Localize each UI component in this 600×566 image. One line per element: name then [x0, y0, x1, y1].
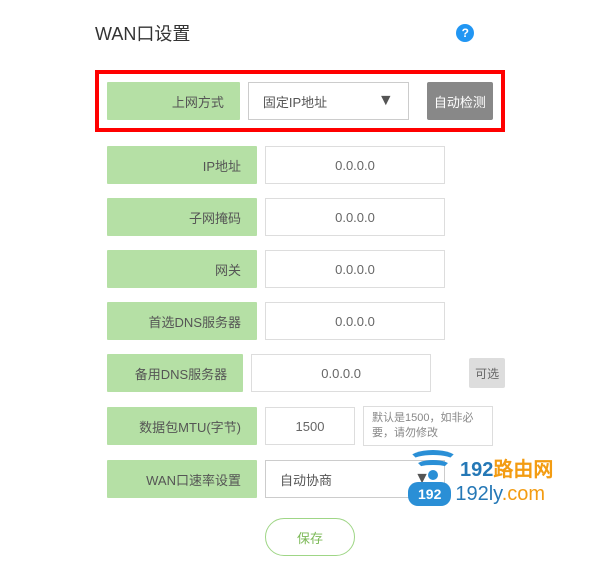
gateway-row: 网关 — [95, 250, 505, 288]
secondary-dns-row: 备用DNS服务器 可选 — [95, 354, 505, 392]
page-header: WAN口设置 ? — [95, 20, 600, 46]
save-button[interactable]: 保存 — [265, 518, 355, 556]
optional-badge: 可选 — [469, 358, 505, 388]
connection-type-label: 上网方式 — [107, 82, 240, 120]
primary-dns-row: 首选DNS服务器 — [95, 302, 505, 340]
connection-type-value: 固定IP地址 — [263, 92, 327, 111]
wan-speed-select[interactable]: 自动协商 ▼ — [265, 460, 445, 498]
primary-dns-input[interactable] — [265, 302, 445, 340]
secondary-dns-label: 备用DNS服务器 — [107, 354, 243, 392]
chevron-down-icon: ▼ — [414, 470, 430, 488]
ip-address-input[interactable] — [265, 146, 445, 184]
gateway-input[interactable] — [265, 250, 445, 288]
mtu-hint: 默认是1500，如非必要，请勿修改 — [363, 406, 493, 446]
connection-type-row: 上网方式 固定IP地址 ▼ 自动检测 — [95, 70, 505, 132]
auto-detect-button[interactable]: 自动检测 — [427, 82, 493, 120]
mtu-label: 数据包MTU(字节) — [107, 407, 257, 445]
mtu-input[interactable] — [265, 407, 355, 445]
subnet-mask-label: 子网掩码 — [107, 198, 257, 236]
mtu-row: 数据包MTU(字节) 默认是1500，如非必要，请勿修改 — [95, 406, 505, 446]
ip-address-row: IP地址 — [95, 146, 505, 184]
gateway-label: 网关 — [107, 250, 257, 288]
wan-speed-row: WAN口速率设置 自动协商 ▼ — [95, 460, 505, 498]
wan-speed-label: WAN口速率设置 — [107, 460, 257, 498]
wan-speed-value: 自动协商 — [280, 470, 332, 489]
subnet-mask-input[interactable] — [265, 198, 445, 236]
primary-dns-label: 首选DNS服务器 — [107, 302, 257, 340]
page-title: WAN口设置 — [95, 20, 190, 46]
subnet-mask-row: 子网掩码 — [95, 198, 505, 236]
help-icon[interactable]: ? — [456, 24, 474, 42]
connection-type-select[interactable]: 固定IP地址 ▼ — [248, 82, 409, 120]
secondary-dns-input[interactable] — [251, 354, 431, 392]
chevron-down-icon: ▼ — [378, 92, 394, 110]
ip-address-label: IP地址 — [107, 146, 257, 184]
